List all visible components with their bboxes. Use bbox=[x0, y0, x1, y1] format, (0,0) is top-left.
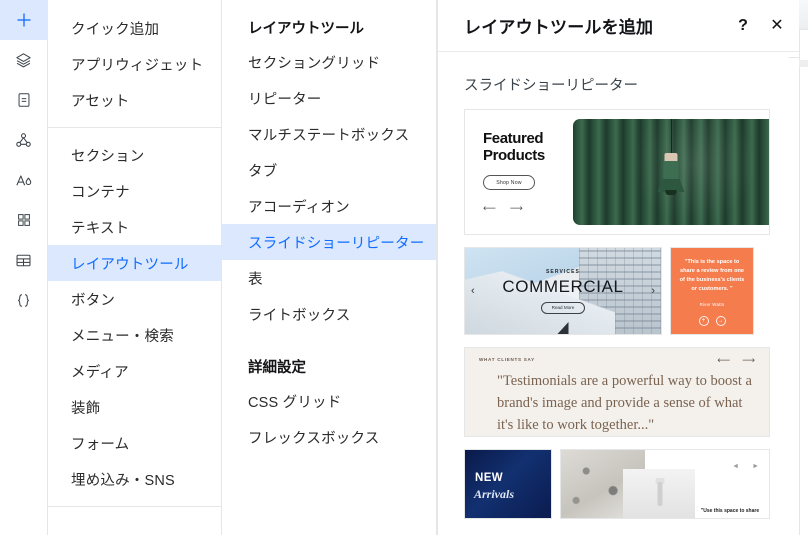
gallery-next-arrow-icon[interactable]: ► bbox=[752, 463, 759, 470]
featured-text-block: Featured Products Shop Now ⟵ ⟶ bbox=[465, 129, 573, 214]
submenu-item-multi-state-box[interactable]: マルチステートボックス bbox=[222, 116, 436, 152]
panel-title: レイアウトツールを追加 bbox=[464, 18, 654, 37]
pages-icon[interactable] bbox=[0, 80, 48, 120]
preset-card-review[interactable]: "This is the space to share a review fro… bbox=[670, 247, 754, 335]
new-arrivals-line1: NEW bbox=[475, 472, 504, 484]
menu-item-section[interactable]: セクション bbox=[48, 137, 221, 173]
gallery-product-image bbox=[623, 469, 697, 518]
column2-heading-layout-tools: レイアウトツール bbox=[248, 20, 364, 37]
gallery-caption-panel: ◄ ► "Use this space to share bbox=[695, 450, 769, 518]
prev-arrow-icon[interactable]: ⟵ bbox=[483, 204, 496, 213]
column2-gap bbox=[222, 332, 436, 349]
menu-item-text[interactable]: テキスト bbox=[48, 209, 221, 245]
gallery-nav-arrows: ◄ ► bbox=[732, 463, 759, 470]
submenu-item-flexbox[interactable]: フレックスボックス bbox=[222, 419, 436, 455]
clients-kicker: WHAT CLIENTS SAY bbox=[479, 357, 535, 362]
menu-item-decoration[interactable]: 装飾 bbox=[48, 389, 221, 425]
menu-item-menu-search[interactable]: メニュー・検索 bbox=[48, 317, 221, 353]
featured-nav-arrows: ⟵ ⟶ bbox=[483, 204, 573, 213]
stage-toolbar-sliver bbox=[799, 0, 808, 30]
clients-prev-arrow-icon[interactable]: ⟵ bbox=[717, 356, 730, 365]
featured-product-image bbox=[573, 119, 769, 225]
menu-item-app-widget[interactable]: アプリウィジェット bbox=[48, 46, 221, 82]
menu-item-form[interactable]: フォーム bbox=[48, 425, 221, 461]
preset-card-clients-say[interactable]: WHAT CLIENTS SAY ⟵ ⟶ "Testimonials are a… bbox=[464, 347, 770, 437]
category-label: スライドショーリピーター bbox=[464, 78, 638, 94]
add-icon[interactable] bbox=[0, 0, 48, 40]
shop-now-button[interactable]: Shop Now bbox=[483, 175, 535, 191]
menu-divider-bottom bbox=[48, 506, 221, 507]
preset-row-3: NEW Arrivals ◄ ► "Use this space to shar… bbox=[464, 449, 772, 519]
commercial-kicker: SERVICES bbox=[546, 268, 580, 275]
menu-item-container[interactable]: コンテナ bbox=[48, 173, 221, 209]
preset-card-gallery[interactable]: ◄ ► "Use this space to share bbox=[560, 449, 770, 519]
panel-actions: ? ✕ bbox=[734, 17, 786, 35]
text-theme-icon[interactable] bbox=[0, 160, 48, 200]
menu-item-button[interactable]: ボタン bbox=[48, 281, 221, 317]
help-icon[interactable]: ? bbox=[734, 17, 752, 35]
submenu-item-slideshow-repeater[interactable]: スライドショーリピーター bbox=[222, 224, 436, 260]
add-panel: レイアウトツールを追加 ? ✕ スライドショーリピーター Featured Pr… bbox=[437, 0, 808, 535]
review-plus-icon[interactable]: + bbox=[698, 316, 709, 327]
apps-icon[interactable] bbox=[0, 200, 48, 240]
review-arrow-icon[interactable]: → bbox=[715, 316, 726, 327]
gallery-prev-arrow-icon[interactable]: ◄ bbox=[732, 463, 739, 470]
submenu-item-lightbox[interactable]: ライトボックス bbox=[222, 296, 436, 332]
menu-item-media[interactable]: メディア bbox=[48, 353, 221, 389]
review-author: River Watts bbox=[699, 302, 725, 308]
new-arrivals-line2: Arrivals bbox=[474, 487, 515, 501]
preset-card-commercial[interactable]: SERVICES COMMERCIAL Read More ‹ › bbox=[464, 247, 662, 335]
submenu-item-css-grid[interactable]: CSS グリッド bbox=[222, 383, 436, 419]
commercial-title: COMMERCIAL bbox=[502, 276, 624, 296]
left-icon-rail bbox=[0, 0, 48, 535]
panel-body: スライドショーリピーター Featured Products Shop Now … bbox=[438, 52, 808, 535]
panel-header: レイアウトツールを追加 ? ✕ bbox=[438, 0, 808, 52]
menu-item-quick-add[interactable]: クイック追加 bbox=[48, 10, 221, 46]
clients-quote: "Testimonials are a powerful way to boos… bbox=[497, 373, 752, 433]
submenu-item-table[interactable]: 表 bbox=[222, 260, 436, 296]
stage-guide-line bbox=[789, 57, 799, 58]
app-root: クイック追加 アプリウィジェット アセット セクション コンテナ テキスト レイ… bbox=[0, 0, 808, 535]
menu-column-secondary: レイアウトツール セクショングリッド リピーター マルチステートボックス タブ … bbox=[222, 0, 437, 535]
commercial-text-block: SERVICES COMMERCIAL Read More bbox=[465, 248, 661, 334]
submenu-item-accordion[interactable]: アコーディオン bbox=[222, 188, 436, 224]
preset-card-featured-products[interactable]: Featured Products Shop Now ⟵ ⟶ bbox=[464, 109, 770, 235]
menu-item-embed-social[interactable]: 埋め込み・SNS bbox=[48, 461, 221, 497]
read-more-button[interactable]: Read More bbox=[541, 301, 585, 314]
menu-item-layout-tools[interactable]: レイアウトツール bbox=[48, 245, 221, 281]
commercial-next-arrow-icon[interactable]: › bbox=[651, 285, 655, 297]
menu-divider bbox=[48, 127, 221, 128]
review-nav-dots: + → bbox=[698, 316, 726, 327]
next-arrow-icon[interactable]: ⟶ bbox=[510, 204, 523, 213]
review-quote: "This is the space to share a review fro… bbox=[679, 258, 745, 293]
clients-nav-arrows: ⟵ ⟶ bbox=[717, 356, 755, 365]
gallery-caption: "Use this space to share bbox=[700, 507, 760, 514]
preset-card-new-arrivals[interactable]: NEW Arrivals bbox=[464, 449, 552, 519]
editor-stage-edge bbox=[799, 0, 808, 535]
submenu-item-section-grid[interactable]: セクショングリッド bbox=[222, 44, 436, 80]
dev-mode-icon[interactable] bbox=[0, 280, 48, 320]
close-icon[interactable]: ✕ bbox=[768, 17, 786, 35]
sitemap-icon[interactable] bbox=[0, 120, 48, 160]
layers-icon[interactable] bbox=[0, 40, 48, 80]
table-icon[interactable] bbox=[0, 240, 48, 280]
submenu-item-tabs[interactable]: タブ bbox=[222, 152, 436, 188]
submenu-item-repeater[interactable]: リピーター bbox=[222, 80, 436, 116]
menu-item-asset[interactable]: アセット bbox=[48, 82, 221, 118]
stage-element-sliver bbox=[799, 60, 808, 67]
clients-next-arrow-icon[interactable]: ⟶ bbox=[742, 356, 755, 365]
menu-column-primary: クイック追加 アプリウィジェット アセット セクション コンテナ テキスト レイ… bbox=[48, 0, 222, 535]
column2-heading-advanced: 詳細設定 bbox=[248, 359, 306, 376]
featured-heading-line1: Featured bbox=[483, 129, 544, 147]
preset-row-2: SERVICES COMMERCIAL Read More ‹ › "This … bbox=[464, 247, 772, 335]
featured-heading-line2: Products bbox=[483, 146, 545, 164]
commercial-prev-arrow-icon[interactable]: ‹ bbox=[471, 285, 475, 297]
